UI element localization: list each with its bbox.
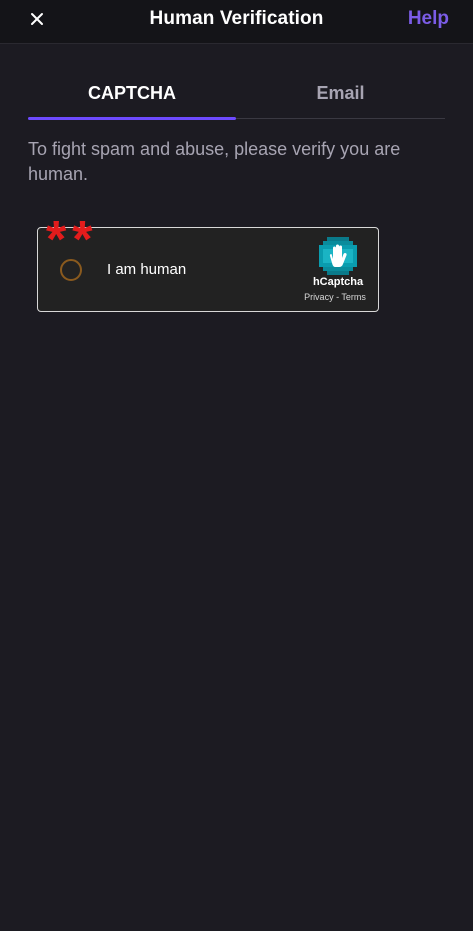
tab-captcha[interactable]: CAPTCHA <box>28 74 236 116</box>
tab-email[interactable]: Email <box>236 74 445 116</box>
verification-tabs: CAPTCHA Email <box>28 74 445 120</box>
hcaptcha-links: Privacy - Terms <box>292 292 378 302</box>
hcaptcha-brand: hCaptcha <box>312 276 364 288</box>
hcaptcha-hand-icon <box>319 237 357 275</box>
terms-link[interactable]: Terms <box>341 292 366 302</box>
privacy-link[interactable]: Privacy <box>304 292 334 302</box>
help-link[interactable]: Help <box>408 8 449 30</box>
human-checkbox[interactable] <box>60 259 82 281</box>
active-tab-indicator <box>28 117 236 120</box>
required-asterisks: ** <box>46 214 99 254</box>
top-bar: Human Verification Help <box>0 0 473 44</box>
captcha-label: I am human <box>107 261 187 278</box>
page-title: Human Verification <box>149 8 324 29</box>
verification-description: To fight spam and abuse, please verify y… <box>28 139 401 184</box>
